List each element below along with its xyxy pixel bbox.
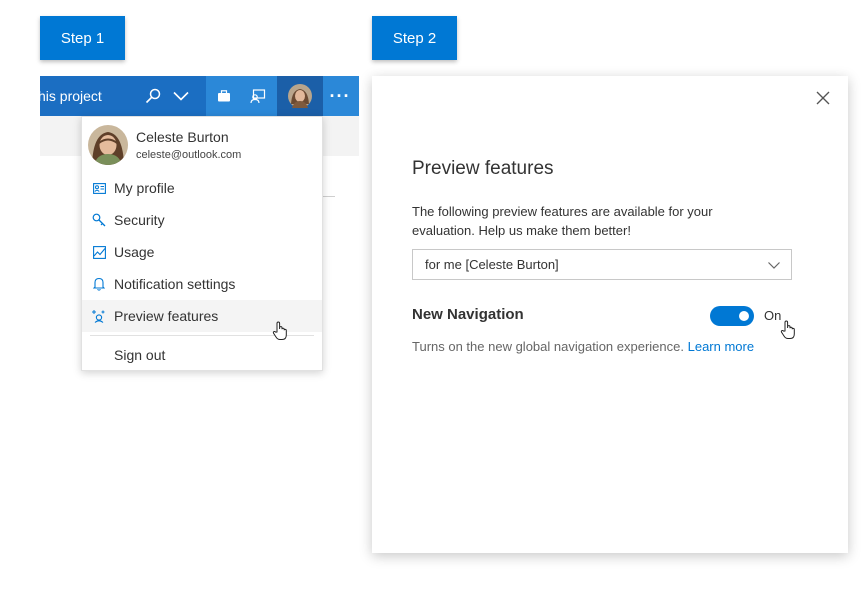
- avatar-button[interactable]: [277, 76, 323, 116]
- chevron-down-icon[interactable]: [170, 76, 192, 116]
- scope-dropdown[interactable]: for me [Celeste Burton]: [412, 249, 792, 280]
- scope-dropdown-value: for me [Celeste Burton]: [425, 257, 559, 272]
- user-name: Celeste Burton: [136, 129, 229, 145]
- briefcase-icon[interactable]: [212, 76, 236, 116]
- contact-card-icon: [82, 182, 114, 194]
- sparkle-icon: [82, 309, 114, 323]
- divider: [323, 196, 335, 197]
- learn-more-link[interactable]: Learn more: [688, 339, 754, 354]
- step-1-badge: Step 1: [40, 16, 125, 60]
- preview-features-panel: Preview features The following preview f…: [372, 76, 848, 553]
- new-navigation-toggle[interactable]: [710, 306, 754, 326]
- step-2-badge: Step 2: [372, 16, 457, 60]
- feature-description: Turns on the new global navigation exper…: [412, 339, 754, 354]
- key-icon: [82, 213, 114, 227]
- close-icon[interactable]: [815, 90, 831, 106]
- chart-icon: [82, 245, 114, 259]
- menu-item-label: Security: [114, 212, 165, 228]
- menu-item-notification-settings[interactable]: Notification settings: [82, 268, 322, 300]
- account-header: Celeste Burton celeste@outlook.com: [88, 125, 322, 169]
- avatar: [288, 84, 312, 108]
- menu-item-usage[interactable]: Usage: [82, 236, 322, 268]
- search-icon[interactable]: [144, 76, 162, 116]
- header-bar: his project ···: [38, 76, 359, 116]
- menu-item-label: My profile: [114, 180, 175, 196]
- menu-item-label: Preview features: [114, 308, 219, 324]
- sign-out-button[interactable]: Sign out: [114, 347, 165, 363]
- avatar: [88, 125, 128, 165]
- hand-cursor-icon: [780, 320, 795, 339]
- menu-item-label: Notification settings: [114, 276, 236, 292]
- toggle-knob: [739, 311, 749, 321]
- project-title: his project: [38, 88, 102, 104]
- toggle-state-label: On: [764, 308, 782, 323]
- panel-description: The following preview features are avail…: [412, 204, 713, 238]
- hand-cursor-icon: [272, 321, 287, 340]
- more-icon[interactable]: ···: [327, 76, 353, 116]
- chat-icon[interactable]: [246, 76, 270, 116]
- panel-title: Preview features: [412, 158, 554, 179]
- bell-icon: [82, 277, 114, 291]
- feature-name: New Navigation: [412, 306, 524, 323]
- feature-description-text: Turns on the new global navigation exper…: [412, 339, 684, 354]
- menu-item-my-profile[interactable]: My profile: [82, 172, 322, 204]
- menu-item-label: Usage: [114, 244, 155, 260]
- user-email: celeste@outlook.com: [136, 149, 242, 161]
- chevron-down-icon: [768, 262, 780, 269]
- menu-item-security[interactable]: Security: [82, 204, 322, 236]
